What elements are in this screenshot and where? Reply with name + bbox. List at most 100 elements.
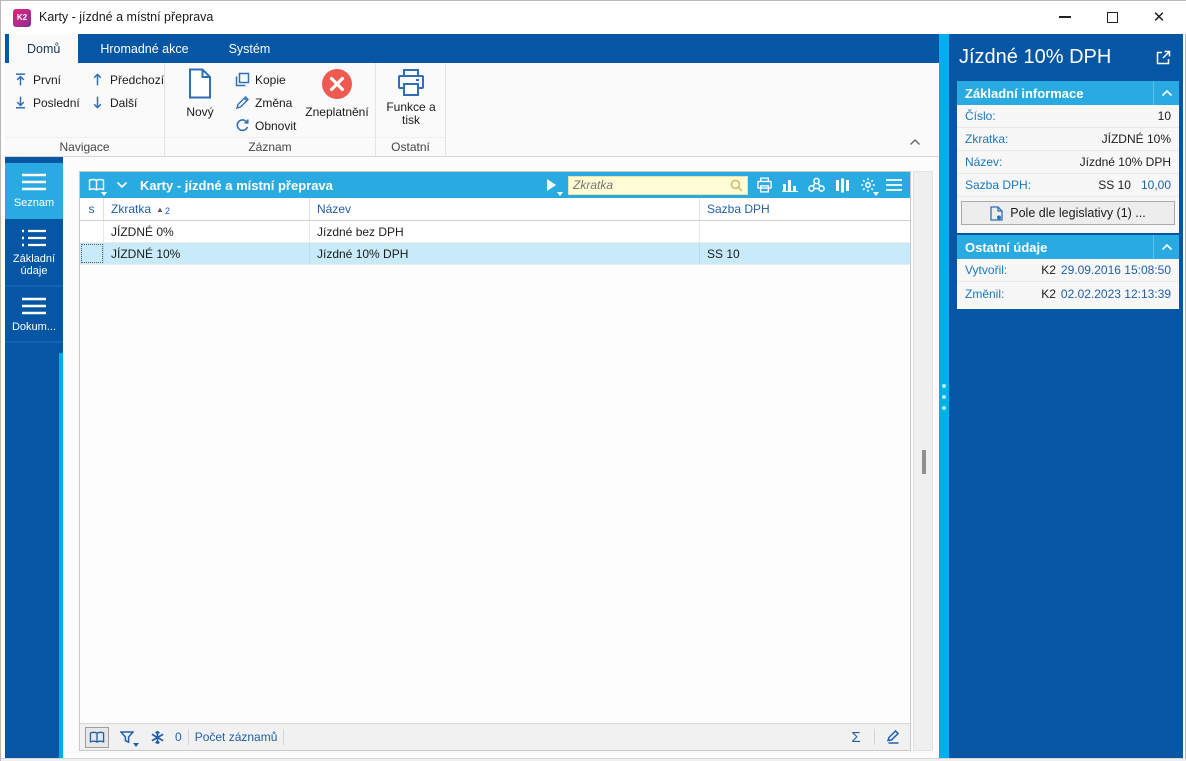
function-print-label: Funkce a tisk (386, 100, 436, 127)
tab-system[interactable]: Systém (211, 34, 289, 63)
panel-splitter[interactable] (939, 34, 949, 758)
collapse-section-button[interactable] (1153, 81, 1179, 105)
section-title: Ostatní údaje (965, 239, 1048, 255)
columns-icon (835, 178, 849, 192)
app-window: K2 Karty - jízdné a místní přeprava ✕ Do… (0, 0, 1186, 761)
sidebar-item-dokumenty[interactable]: Dokum... (5, 287, 63, 343)
refresh-icon (236, 119, 249, 132)
pencil-icon (235, 96, 249, 110)
field-value: Jízdné 10% DPH (1079, 155, 1171, 169)
section-header[interactable]: Ostatní údaje (957, 235, 1179, 259)
group-label-zaznam: Záznam (165, 137, 375, 154)
chevron-up-icon (910, 139, 920, 145)
column-header-zkratka[interactable]: Zkratka ▲ 2 (104, 198, 310, 220)
maximize-button[interactable] (1090, 1, 1134, 33)
red-cross-circle-icon (322, 69, 352, 99)
edit-button[interactable] (881, 727, 905, 748)
gear-icon (861, 178, 875, 192)
field-label: Změnil: (965, 286, 1005, 301)
grid-menu-button[interactable] (884, 175, 904, 195)
collapse-panel-button[interactable] (112, 175, 132, 195)
table-row-selected[interactable]: JÍZDNÉ 10% Jízdné 10% DPH SS 10 (80, 243, 910, 265)
record-count-label: Počet záznamů (194, 730, 278, 744)
filter-button[interactable] (115, 727, 139, 748)
search-input[interactable] (573, 178, 730, 192)
function-print-button[interactable]: Funkce a tisk (380, 68, 442, 127)
field-row-sazba-dph: Sazba DPH: SS 10 10,00 (957, 174, 1179, 197)
chevron-up-icon (1161, 89, 1172, 97)
pencil-icon (886, 730, 899, 744)
invalidate-button[interactable]: Zneplatnění (300, 68, 374, 119)
cell-zkratka: JÍZDNÉ 10% (104, 243, 310, 264)
sort-asc-icon: ▲ (156, 204, 164, 214)
row-status-cell (80, 221, 104, 242)
new-button[interactable]: Nový (177, 68, 223, 119)
dropdown-caret-icon (873, 192, 879, 196)
field-row-cislo: Číslo: 10 (957, 105, 1179, 128)
bar-chart-icon (782, 180, 798, 192)
cell-nazev: Jízdné bez DPH (310, 221, 700, 242)
cell-zkratka: JÍZDNÉ 0% (104, 221, 310, 242)
next-button[interactable]: Další (90, 95, 137, 110)
ribbon-group-zaznam: Nový Kopie Změna Obnovit Zneplatnění Záz… (165, 63, 376, 156)
run-filter-button[interactable] (542, 175, 563, 196)
cell-sazba-dph: SS 10 (707, 246, 740, 261)
previous-button[interactable]: Předchozí (90, 72, 164, 87)
copy-icon (235, 72, 250, 87)
open-in-window-button[interactable] (1156, 50, 1171, 65)
relations-button[interactable] (806, 175, 826, 195)
first-button[interactable]: První (13, 72, 61, 87)
book-view-button[interactable] (85, 726, 109, 748)
sum-button[interactable]: Σ (844, 727, 868, 748)
column-header-sazba-dph[interactable]: Sazba DPH (700, 198, 910, 220)
sidebar-item-seznam[interactable]: Seznam (5, 163, 63, 219)
column-header-s[interactable]: s (80, 198, 104, 220)
minimize-button[interactable] (1043, 1, 1087, 33)
column-header-nazev[interactable]: Název (310, 198, 700, 220)
field-row-zkratka: Zkratka: JÍZDNÉ 10% (957, 128, 1179, 151)
dropdown-caret-icon (557, 192, 563, 196)
arrow-down-to-bar-icon (16, 96, 25, 109)
section-ostatni-udaje: Ostatní údaje Vytvořil: K2 29.09.2016 15… (957, 235, 1179, 309)
table-row[interactable]: JÍZDNÉ 0% Jízdné bez DPH (80, 221, 910, 243)
ribbon: První Poslední Předchozí Další Navigace … (5, 63, 939, 157)
splitter-handle-dot (942, 384, 946, 388)
refresh-button[interactable]: Obnovit (235, 118, 296, 133)
columns-button[interactable] (832, 175, 852, 195)
sidebar-item-label: Seznam (13, 197, 55, 209)
collapse-ribbon-button[interactable] (909, 138, 925, 150)
field-row-zmenil: Změnil: K2 02.02.2023 12:13:39 (957, 282, 1179, 305)
collapse-section-button[interactable] (1153, 235, 1179, 259)
cell-nazev: Jízdné 10% DPH (310, 243, 700, 264)
sidebar-item-zakladni-udaje[interactable]: Základní údaje (5, 219, 63, 287)
star-filter-button[interactable] (145, 727, 169, 748)
settings-button[interactable] (858, 175, 879, 196)
printer-icon (756, 177, 772, 193)
close-button[interactable]: ✕ (1137, 1, 1181, 33)
filter-icon (120, 730, 134, 743)
section-header[interactable]: Základní informace (957, 81, 1179, 105)
tab-hromadne-akce[interactable]: Hromadné akce (82, 34, 206, 63)
print-button[interactable] (754, 175, 774, 195)
arrow-up-to-bar-icon (16, 73, 25, 86)
field-label: Sazba DPH: (965, 178, 1032, 192)
scrollbar-thumb[interactable] (922, 450, 926, 474)
field-value-user: K2 (1041, 263, 1056, 277)
previous-label: Předchozí (110, 72, 165, 87)
legislative-fields-button[interactable]: Pole dle legislativy (1) ... (961, 201, 1175, 225)
window-title: Karty - jízdné a místní přeprava (39, 10, 214, 24)
book-menu-button[interactable] (86, 175, 107, 196)
menu-icon (22, 297, 46, 315)
refresh-label: Obnovit (255, 118, 297, 133)
chart-button[interactable] (780, 175, 800, 195)
field-value-timestamp: 02.02.2023 12:13:39 (1060, 286, 1171, 301)
vertical-scrollbar[interactable] (913, 171, 933, 751)
field-label: Název: (965, 155, 1003, 169)
tab-domu[interactable]: Domů (9, 34, 79, 63)
change-button[interactable]: Změna (235, 95, 292, 110)
last-button[interactable]: Poslední (13, 95, 80, 110)
data-grid: Karty - jízdné a místní přeprava Zkratka… (79, 171, 911, 751)
field-row-vytvoril: Vytvořil: K2 29.09.2016 15:08:50 (957, 259, 1179, 282)
copy-button[interactable]: Kopie (235, 72, 286, 87)
section-body: Číslo: 10 Zkratka: JÍZDNÉ 10% Název: Jíz… (957, 105, 1179, 233)
